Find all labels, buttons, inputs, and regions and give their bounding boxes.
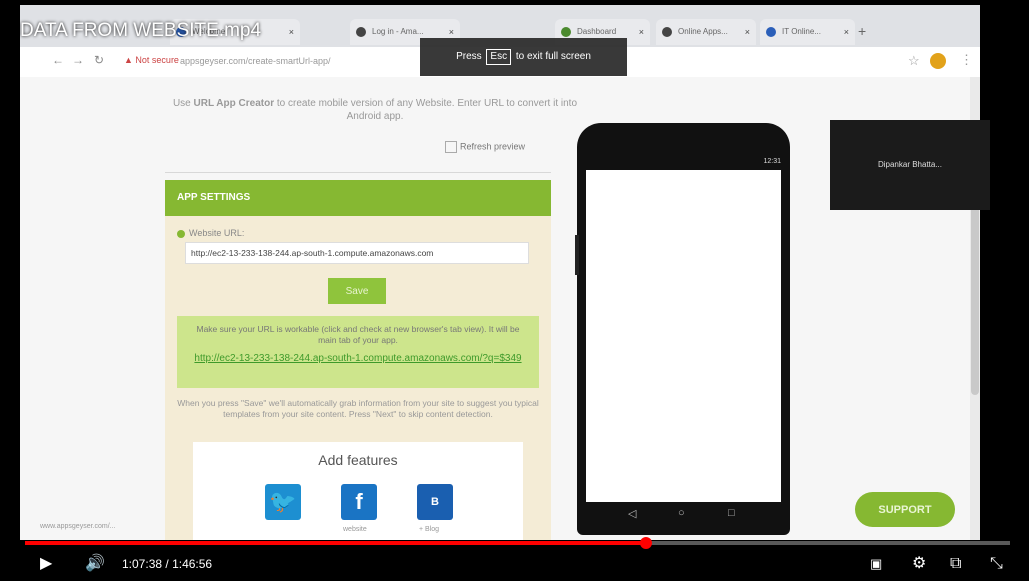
scrollbar-thumb[interactable] <box>971 185 979 395</box>
back-icon[interactable]: ← <box>52 53 64 67</box>
after-save-text: When you press "Save" we'll automaticall… <box>177 398 539 419</box>
feature-caption: + Blog <box>419 526 440 533</box>
add-features-section: Add features 🐦 f B website + Blog <box>193 442 523 540</box>
web-page: Use URL App Creator to create mobile ver… <box>20 77 970 540</box>
close-icon[interactable]: × <box>844 19 849 45</box>
tab-favicon-icon <box>766 27 776 37</box>
preview-link[interactable]: http://ec2-13-233-138-244.ap-south-1.com… <box>187 352 529 366</box>
home-circle-icon: ○ <box>678 507 685 519</box>
website-url-input[interactable] <box>185 242 529 264</box>
forward-icon[interactable]: → <box>72 53 84 67</box>
recent-square-icon: □ <box>728 507 735 519</box>
viewer-name-overlay: Dipankar Bhatta... <box>830 120 990 210</box>
menu-kebab-icon[interactable]: ⋮ <box>960 52 973 68</box>
back-triangle-icon: ◁ <box>628 508 637 520</box>
app-settings-header[interactable]: APP SETTINGS <box>165 180 551 216</box>
reload-icon[interactable]: ↻ <box>94 53 104 67</box>
new-tab-button[interactable]: + <box>858 23 866 39</box>
blog-icon[interactable]: B <box>417 484 453 520</box>
twitter-icon[interactable]: 🐦 <box>265 484 301 520</box>
time-display: 1:07:38 / 1:46:56 <box>122 557 213 571</box>
status-url: www.appsgeyser.com/... <box>40 523 116 530</box>
website-url-label: Website URL: <box>177 228 244 238</box>
progress-played <box>25 541 646 545</box>
help-icon[interactable] <box>177 229 185 238</box>
progress-bar[interactable] <box>25 537 1010 549</box>
facebook-icon[interactable]: f <box>341 484 377 520</box>
close-icon[interactable]: × <box>289 19 294 45</box>
miniplayer-icon[interactable]: ⧉ <box>950 554 961 574</box>
close-icon[interactable]: × <box>745 19 750 45</box>
url-note-box: Make sure your URL is workable (click an… <box>177 316 539 388</box>
feature-caption: website <box>343 526 367 533</box>
add-features-title: Add features <box>318 452 398 468</box>
support-button[interactable]: SUPPORT <box>855 492 955 527</box>
intro-text: Use URL App Creator to create mobile ver… <box>172 98 578 122</box>
play-icon[interactable]: ▶ <box>40 554 52 574</box>
tab-favicon-icon <box>561 27 571 37</box>
app-settings-panel: APP SETTINGS Website URL: Save Make sure… <box>165 180 551 540</box>
recorded-screen: Welcome × Log in - Ama... × Dashboard × Onl… <box>20 5 980 540</box>
url-field[interactable]: appsgeyser.com/create-smartUrl-app/ <box>180 56 331 66</box>
volume-icon[interactable]: 🔊 <box>85 554 105 574</box>
video-title: DATA FROM WEBSITE.mp4 <box>20 20 262 41</box>
video-player[interactable]: Welcome × Log in - Ama... × Dashboard × Onl… <box>0 0 1029 581</box>
subtitles-icon[interactable]: ▣ <box>870 554 882 574</box>
player-controls: ▶ 🔊 1:07:38 / 1:46:56 ▣ ⚙ ⧉ ⤡ <box>0 548 1029 581</box>
profile-avatar[interactable] <box>930 53 946 69</box>
not-secure-badge[interactable]: ▲ Not secure <box>124 55 179 65</box>
note-text: Make sure your URL is workable (click an… <box>196 324 520 345</box>
phone-screen <box>586 170 781 502</box>
close-icon[interactable]: × <box>639 19 644 45</box>
exit-fullscreen-icon[interactable]: ⤡ <box>990 554 1003 574</box>
bookmark-star-icon[interactable]: ☆ <box>908 53 920 69</box>
esc-key: Esc <box>486 49 512 65</box>
tab-favicon-icon <box>662 27 672 37</box>
divider <box>165 172 551 173</box>
tab-favicon-icon <box>356 27 366 37</box>
browser-tab[interactable]: IT Online... × <box>760 19 855 45</box>
phone-status-bar: 12:31 <box>763 158 781 165</box>
refresh-preview-toggle[interactable]: Refresh preview <box>445 141 525 153</box>
settings-gear-icon[interactable]: ⚙ <box>912 554 926 574</box>
phone-nav-bar: ◁ ○ □ <box>586 505 781 525</box>
checkbox[interactable] <box>445 141 457 153</box>
browser-tab[interactable]: Online Apps... × <box>656 19 756 45</box>
save-button[interactable]: Save <box>328 278 386 304</box>
phone-side-button <box>575 235 579 275</box>
fullscreen-hint: Press Esc to exit full screen <box>420 38 627 76</box>
